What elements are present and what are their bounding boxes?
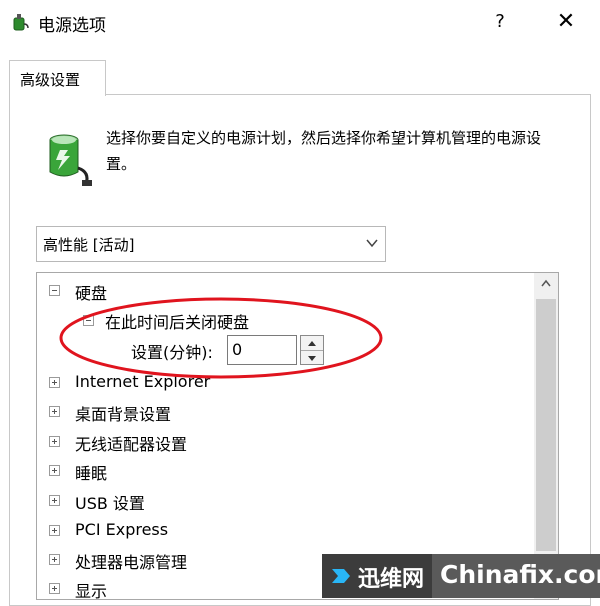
tree-item-label: 睡眠: [75, 464, 108, 483]
expand-icon[interactable]: [49, 377, 60, 388]
power-options-icon: [13, 14, 29, 31]
tree-subitem-turn-off-disk[interactable]: 在此时间后关闭硬盘: [105, 309, 249, 333]
power-plan-dropdown[interactable]: 高性能 [活动]: [36, 226, 386, 262]
watermark-logo-box: 迅维网: [322, 554, 432, 598]
tree-item-label: Internet Explorer: [75, 372, 211, 391]
tree-item[interactable]: 桌面背景设置: [37, 398, 532, 426]
setting-minutes-label: 设置(分钟):: [131, 343, 213, 362]
chevron-up-icon: [541, 279, 551, 287]
tree-item[interactable]: USB 设置: [37, 487, 532, 515]
tree-item-label: PCI Express: [75, 520, 169, 539]
tree-item-label: USB 设置: [75, 494, 145, 513]
tree-item[interactable]: 无线适配器设置: [37, 428, 532, 456]
watermark-brand-en: Chinafix.com: [440, 560, 600, 589]
help-button[interactable]: ?: [488, 9, 512, 35]
expand-icon[interactable]: [49, 554, 60, 565]
expand-icon[interactable]: [49, 583, 60, 594]
expand-icon[interactable]: [49, 436, 60, 447]
tree-item[interactable]: PCI Express: [37, 517, 532, 545]
description-text: 选择你要自定义的电源计划，然后选择你希望计算机管理的电源设置。: [106, 129, 542, 173]
title-bar: 电源选项 ? ✕: [0, 0, 600, 44]
tree-item[interactable]: Internet Explorer: [37, 369, 532, 397]
chevron-down-icon: [366, 239, 378, 248]
expand-icon[interactable]: [49, 406, 60, 417]
tree-item-label: 硬盘: [75, 284, 108, 303]
tree-item-label: 处理器电源管理: [75, 553, 188, 572]
tab-advanced-settings[interactable]: 高级设置: [9, 60, 106, 96]
scroll-thumb[interactable]: [536, 299, 556, 551]
tree-item-label: 显示: [75, 582, 108, 600]
watermark-arrow-icon: [332, 569, 350, 583]
collapse-icon[interactable]: [49, 285, 60, 296]
settings-tree[interactable]: 硬盘 在此时间后关闭硬盘 设置(分钟): Internet Explorer 桌…: [36, 272, 559, 600]
tree-item-label: 无线适配器设置: [75, 435, 188, 454]
expand-icon[interactable]: [49, 525, 60, 536]
stepper-up-button[interactable]: [301, 336, 323, 351]
vertical-scrollbar[interactable]: [534, 273, 558, 599]
triangle-up-icon: [308, 341, 316, 346]
minutes-stepper[interactable]: [300, 335, 324, 365]
battery-plug-icon: [49, 134, 92, 186]
minutes-value-field[interactable]: [232, 339, 292, 359]
tree-item-label: 桌面背景设置: [75, 405, 172, 424]
triangle-down-icon: [308, 356, 316, 361]
power-plan-value: 高性能 [活动]: [43, 236, 135, 254]
tree-item[interactable]: 睡眠: [37, 457, 532, 485]
tab-label: 高级设置: [20, 71, 81, 89]
minutes-input[interactable]: [227, 335, 297, 365]
collapse-icon[interactable]: [83, 315, 94, 326]
close-button[interactable]: ✕: [548, 8, 584, 36]
window-title: 电源选项: [38, 16, 106, 36]
stepper-down-button[interactable]: [301, 350, 323, 364]
tree-item-hard-disk[interactable]: 硬盘: [37, 277, 532, 305]
scroll-up-button[interactable]: [534, 273, 558, 295]
expand-icon[interactable]: [49, 465, 60, 476]
expand-icon[interactable]: [49, 495, 60, 506]
watermark-brand-cn: 迅维网: [358, 567, 425, 592]
watermark: 迅维网 Chinafix.com: [322, 554, 600, 598]
